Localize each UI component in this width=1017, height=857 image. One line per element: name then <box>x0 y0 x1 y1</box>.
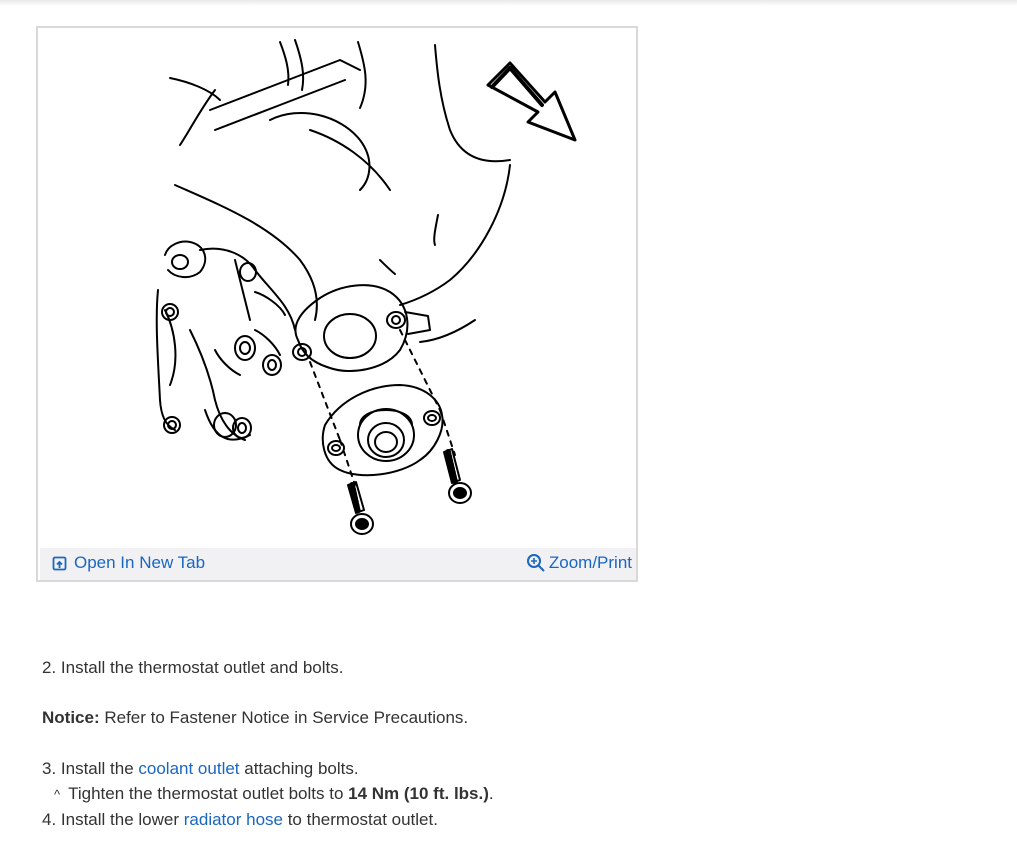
torque-spec: 14 Nm (10 ft. lbs.) <box>348 784 489 803</box>
zoom-print-link[interactable]: Zoom/Print <box>526 553 632 573</box>
zoom-print-label: Zoom/Print <box>548 553 632 572</box>
top-shadow <box>0 0 1017 6</box>
coolant-outlet-link[interactable]: coolant outlet <box>138 759 239 778</box>
figure-toolbar: Open In New Tab Zoom/Print <box>40 548 636 580</box>
step-3-substep: ^ Tighten the thermostat outlet bolts to … <box>54 784 494 805</box>
step-2: 2. Install the thermostat outlet and bol… <box>42 658 343 678</box>
notice-text: Refer to Fastener Notice in Service Prec… <box>99 708 469 727</box>
step-3: 3. Install the coolant outlet attaching … <box>42 759 359 779</box>
substep-suffix: . <box>488 784 494 803</box>
zoom-in-icon <box>526 553 546 573</box>
open-in-new-tab-link[interactable]: Open In New Tab <box>52 553 205 573</box>
notice: Notice: Refer to Fastener Notice in Serv… <box>42 708 468 728</box>
figure-card: Open In New Tab Zoom/Print <box>36 26 638 582</box>
step-4-suffix: to thermostat outlet. <box>282 810 438 829</box>
radiator-hose-link[interactable]: radiator hose <box>184 810 283 829</box>
step-3-suffix: attaching bolts. <box>239 759 359 778</box>
step-3-prefix: 3. Install the <box>42 759 139 778</box>
notice-label: Notice: <box>42 708 100 727</box>
substep-prefix: Tighten the thermostat outlet bolts to <box>68 784 349 803</box>
open-in-new-tab-icon <box>52 556 67 571</box>
substep-caret: ^ <box>54 787 61 802</box>
open-in-new-tab-label: Open In New Tab <box>74 553 206 572</box>
step-4-prefix: 4. Install the lower <box>42 810 184 829</box>
step-2-text: 2. Install the thermostat outlet and bol… <box>42 658 344 677</box>
step-4: 4. Install the lower radiator hose to th… <box>42 810 438 830</box>
thermostat-outlet-diagram <box>155 39 577 535</box>
